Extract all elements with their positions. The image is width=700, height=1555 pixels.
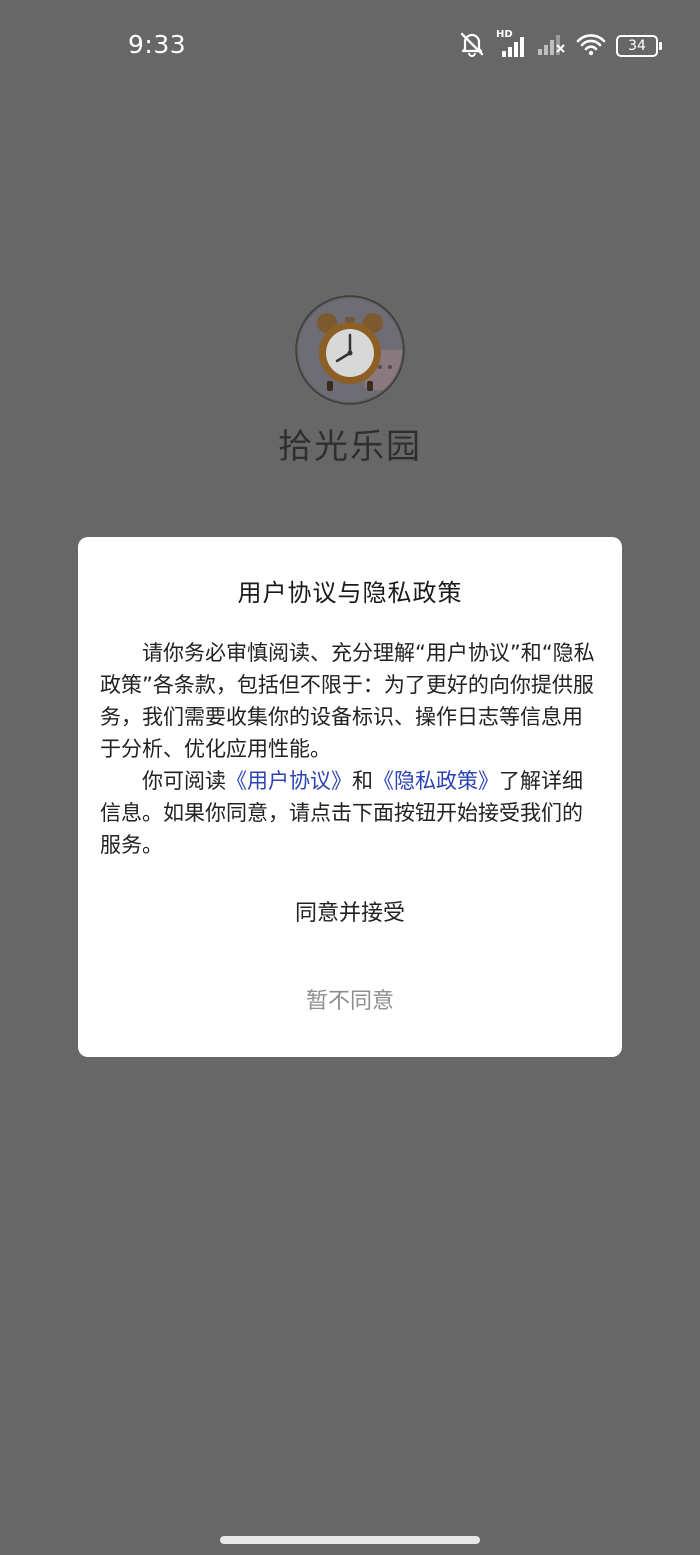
- status-time: 9:33: [128, 30, 187, 59]
- disagree-button[interactable]: 暂不同意: [78, 983, 622, 1015]
- privacy-dialog: 用户协议与隐私政策 请你务必审慎阅读、充分理解“用户协议”和“隐私政策”各条款，…: [78, 537, 622, 1057]
- user-agreement-link[interactable]: 《用户协议》: [226, 769, 352, 793]
- dialog-paragraph-2: 你可阅读《用户协议》和《隐私政策》了解详细信息。如果你同意，请点击下面按钮开始接…: [100, 765, 600, 861]
- cellular-signal-weak-icon: [536, 31, 566, 61]
- privacy-policy-link[interactable]: 《隐私政策》: [373, 769, 499, 793]
- agree-button[interactable]: 同意并接受: [78, 895, 622, 927]
- wifi-icon: [576, 32, 606, 60]
- mute-icon: [458, 31, 486, 61]
- battery-icon: 34: [616, 35, 662, 57]
- app-name: 拾光乐园: [278, 427, 422, 467]
- paragraph-2-and: 和: [352, 769, 373, 793]
- battery-level: 34: [628, 38, 646, 54]
- status-bar: 9:33 HD 34: [0, 0, 700, 92]
- home-indicator[interactable]: [220, 1536, 480, 1544]
- cellular-signal-icon: HD: [496, 29, 526, 59]
- dialog-title: 用户协议与隐私政策: [237, 579, 463, 607]
- status-icons: HD 34: [458, 29, 662, 62]
- dialog-body: 请你务必审慎阅读、充分理解“用户协议”和“隐私政策”各条款，包括但不限于：为了更…: [100, 637, 600, 861]
- dialog-paragraph-1: 请你务必审慎阅读、充分理解“用户协议”和“隐私政策”各条款，包括但不限于：为了更…: [100, 641, 595, 761]
- alarm-clock-logo: [295, 295, 405, 405]
- paragraph-2-prefix: 你可阅读: [142, 769, 226, 793]
